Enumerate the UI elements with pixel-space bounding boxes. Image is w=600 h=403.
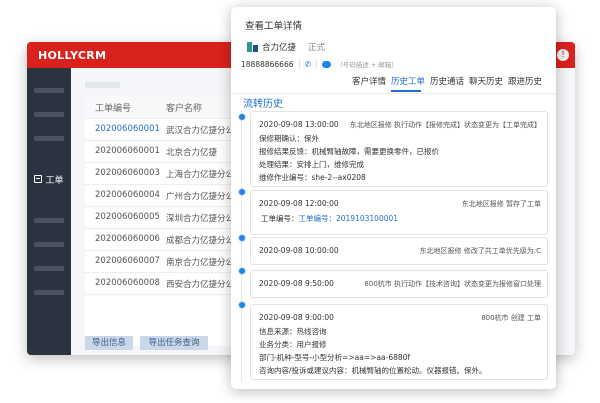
customer-name: 成都合力亿捷分公 [166, 236, 235, 246]
ticket-number-link[interactable]: 工单编号：2019103100001 [299, 214, 399, 223]
table-row[interactable]: 202006060001 北京合力亿捷 [85, 141, 255, 163]
timeline-dot [238, 113, 246, 121]
entry-line: 信息来源：热线咨询 [259, 327, 327, 336]
timeline-dot [238, 234, 246, 242]
toolbar-placeholder [85, 82, 120, 88]
table-row[interactable]: 202006060007 南京合力亿捷分公 [85, 251, 255, 273]
phone-number: 18888866666 [241, 59, 294, 69]
entry-line: 维修作业编号：she-2--ax0208 [259, 173, 366, 182]
ticket-id: 202006060004 [95, 190, 160, 200]
entry-time: 2020-09-08 10:00:00 [259, 246, 339, 255]
entry-meta: 东北地区报修 执行动作【报修完成】状态变更为【工单完成】 [349, 121, 541, 129]
timeline-dot [238, 267, 246, 275]
popup-title: 查看工单详情 [245, 21, 303, 32]
ticket-id: 202006060001 [95, 146, 160, 156]
divider [298, 60, 300, 68]
table-header: 工单编号 客户名称 [85, 94, 255, 119]
table-row[interactable]: 202006060008 西安合力亿捷分公 [85, 273, 255, 295]
tab-history-tickets[interactable]: 历史工单 [391, 75, 425, 87]
sidebar-placeholder [34, 242, 64, 247]
entry-time: 2020-09-08 9:00:00 [259, 313, 334, 322]
timeline-entry: 2020-09-08 13:00:00 东北地区报修 执行动作【报修完成】状态变… [250, 111, 548, 187]
customer-name: 武汉合力亿捷分公 [166, 126, 235, 136]
customer-name: 深圳合力亿捷分公 [166, 214, 235, 224]
divider [231, 93, 556, 94]
table-row[interactable]: 202006060004 广州合力亿捷分公 [85, 185, 255, 207]
table-row[interactable]: 202006060003 上海合力亿捷分公 [85, 163, 255, 185]
phone-icon[interactable]: ✆ [305, 60, 312, 69]
sidebar-placeholder [34, 112, 64, 117]
entry-line: 处理结果：安排上门，维修完成 [259, 160, 364, 169]
entry-line: 部门-机种-型号-小型分析=>aa=>aa-6880f [259, 353, 411, 362]
sidebar-item-label: 工单 [45, 175, 64, 186]
tab-call-history[interactable]: 历史通话 [430, 75, 464, 87]
entry-meta: 800杭市 执行动作【技术咨询】状态变更为报修窗口处理 [364, 280, 541, 288]
entry-line: 工单编号：工单编号：2019103100001 [261, 214, 399, 223]
divider [316, 60, 318, 68]
column-header-customer: 客户名称 [166, 104, 203, 114]
section-title: 流转历史 [243, 99, 283, 110]
brand-logo: HOLLYCRM [38, 49, 107, 62]
ticket-id-link[interactable]: 202006060001 [95, 124, 160, 134]
customer-name: 西安合力亿捷分公 [166, 280, 235, 290]
entry-time: 2020-09-08 13:00:00 [259, 120, 339, 129]
ticket-icon [34, 175, 43, 183]
entry-meta: 东北地区报修 暂存了工单 [461, 200, 541, 208]
timeline-dot [238, 301, 246, 309]
table-row[interactable]: 202006060006 成都合力亿捷分公 [85, 229, 255, 251]
sidebar-placeholder [34, 218, 64, 223]
entry-time: 2020-09-08 12:00:00 [259, 199, 339, 208]
entry-line: 业务分类：用户报修 [259, 340, 327, 349]
sidebar-placeholder [34, 136, 64, 141]
export-info-button[interactable]: 导出信息 [85, 336, 133, 350]
timeline-line [241, 110, 242, 382]
timeline-dot [238, 188, 246, 196]
company-name: 合力亿捷 [262, 43, 297, 53]
entry-line: 报修结果反馈：机械臂轴故障，需要更换零件，已报价 [259, 147, 439, 156]
sidebar-placeholder [34, 88, 64, 93]
sidebar-placeholder [34, 266, 64, 271]
ticket-id: 202006060005 [95, 212, 160, 222]
sidebar-item-ticket[interactable]: 工单 [27, 166, 71, 192]
entry-line: 保修期确认：保外 [259, 134, 319, 143]
entry-time: 2020-09-08 9:50:00 [259, 279, 334, 288]
sidebar: 工单 [27, 68, 71, 355]
header-badge-icon[interactable]: ! [557, 49, 569, 61]
ticket-id: 202006060006 [95, 234, 160, 244]
tab-follow-history[interactable]: 跟进历史 [508, 75, 542, 87]
ticket-id: 202006060008 [95, 278, 160, 288]
column-header-id: 工单编号 [95, 104, 132, 114]
table-row[interactable]: 202006060001 武汉合力亿捷分公 [85, 119, 255, 141]
sidebar-placeholder [34, 290, 64, 295]
tab-chat-history[interactable]: 聊天历史 [469, 75, 503, 87]
table-row[interactable]: 202006060005 深圳合力亿捷分公 [85, 207, 255, 229]
ticket-table: 工单编号 客户名称 202006060001 武汉合力亿捷分公 20200606… [85, 94, 255, 346]
tab-customer-detail[interactable]: 客户详情 [352, 75, 386, 87]
customer-name: 广州合力亿捷分公 [166, 192, 235, 202]
ticket-id: 202006060007 [95, 256, 160, 266]
export-task-button[interactable]: 导出任务查询 [140, 336, 208, 350]
timeline-entry: 2020-09-08 10:00:00 东北地区报修 修改了共工单优先级为:C [250, 237, 548, 265]
timeline-entry: 2020-09-08 9:00:00 800杭市 创建 工单 信息来源：热线咨询… [250, 304, 548, 380]
company-status: 正式 [308, 43, 326, 53]
customer-name: 北京合力亿捷 [166, 148, 218, 158]
contact-row: 18888866666 ✆ （号码描述 + 邮箱） [241, 59, 398, 70]
ticket-id: 202006060003 [95, 168, 160, 178]
customer-name: 南京合力亿捷分公 [166, 258, 235, 268]
timeline-entry: 2020-09-08 9:50:00 800杭市 执行动作【技术咨询】状态变更为… [250, 270, 548, 298]
ticket-detail-popup: 查看工单详情 合力亿捷 正式 18888866666 ✆ （号码描述 + 邮箱）… [231, 7, 556, 389]
company-logo-icon [247, 42, 258, 52]
detail-tabs: 客户详情 历史工单 历史通话 聊天历史 跟进历史 [231, 75, 556, 89]
entry-meta: 东北地区报修 修改了共工单优先级为:C [419, 247, 541, 255]
chat-icon[interactable] [322, 60, 332, 68]
contact-hint: （号码描述 + 邮箱） [336, 61, 398, 69]
timeline-entry: 2020-09-08 12:00:00 东北地区报修 暂存了工单 工单编号：工单… [250, 190, 548, 235]
entry-line: 咨询内容/投诉或建议内容：机械臂轴的位置松动。仪器报错。保外。 [259, 366, 487, 375]
active-tab-indicator [391, 90, 421, 92]
entry-meta: 800杭市 创建 工单 [481, 314, 541, 322]
company-info: 合力亿捷 正式 [247, 41, 325, 53]
customer-name: 上海合力亿捷分公 [166, 170, 235, 180]
